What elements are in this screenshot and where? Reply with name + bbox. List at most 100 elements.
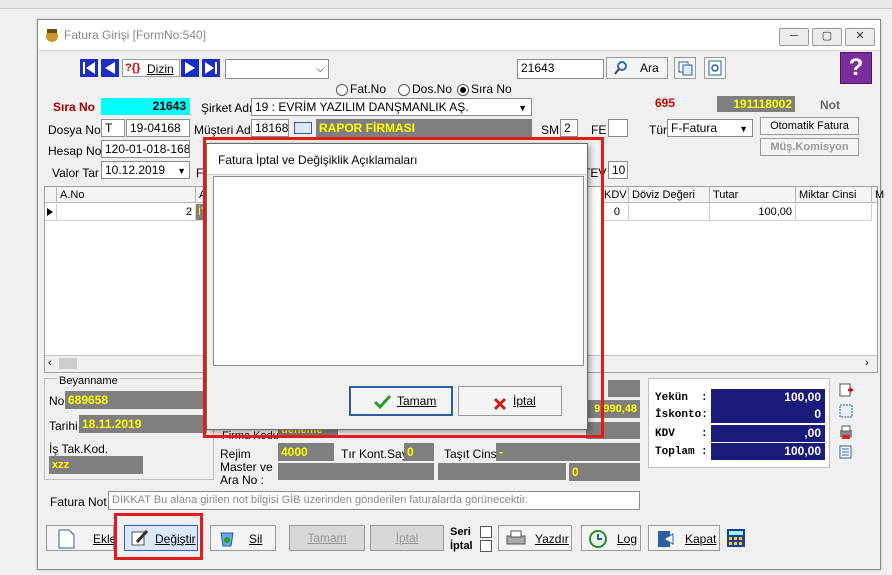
tur-select[interactable]: F-Fatura ▼ <box>667 119 753 137</box>
toplam-label: Toplam <box>655 446 695 458</box>
scroll-left-icon[interactable]: ‹ <box>48 357 52 369</box>
valor-tar-select[interactable]: 10.12.2019 ▼ <box>101 161 190 179</box>
sirket-adi-select[interactable]: 19 : EVRİM YAZILIM DANŞMANLIK AŞ. ▼ <box>251 98 532 116</box>
print-icon[interactable] <box>838 424 854 440</box>
exit-door-icon <box>655 529 675 557</box>
master-label: Master ve <box>220 460 273 474</box>
tir-kont-value: 0 <box>407 445 414 459</box>
table-row-doviz[interactable] <box>629 204 710 221</box>
table-row-ano[interactable]: 2 <box>57 204 196 221</box>
chevron-down-icon: ⌵ <box>316 64 324 75</box>
new-document-icon <box>57 529 75 557</box>
is-tak-field: xzz <box>49 456 143 474</box>
grid-header-kdv[interactable]: KDV <box>601 187 629 203</box>
next-record-icon[interactable] <box>181 59 199 77</box>
add-document-icon[interactable] <box>838 382 854 398</box>
prev-record-icon[interactable] <box>101 59 119 77</box>
master-field-1 <box>278 463 434 480</box>
ekle-button[interactable]: Ekle <box>46 525 116 551</box>
grid-header-doviz[interactable]: Döviz Değeri <box>629 187 710 203</box>
radio-fatno-label: Fat.No <box>350 82 387 96</box>
dosya-no-prefix: T <box>105 121 113 135</box>
sira-no-field[interactable]: 21643 <box>101 98 190 115</box>
tasit-cinsi-value: - <box>499 445 503 459</box>
dosya-no-value: 19-04168 <box>130 121 181 135</box>
scroll-right-icon[interactable]: › <box>865 357 869 369</box>
select-icon[interactable] <box>838 403 854 419</box>
grid-header-ano[interactable]: A.No <box>57 187 196 203</box>
first-record-icon[interactable] <box>80 59 98 77</box>
yazdir-label: Yazdır <box>535 532 569 546</box>
dosya-no-prefix-input[interactable]: T <box>101 119 125 137</box>
grid-header-tutar[interactable]: Tutar <box>710 187 796 203</box>
log-button[interactable]: Log <box>581 525 641 551</box>
dizin-button[interactable]: ?{} Dizin <box>122 59 180 77</box>
kdv-field: ,00 <box>711 425 825 442</box>
upper-grey-field <box>608 380 640 397</box>
radio-sirano[interactable] <box>457 84 469 96</box>
musteri-name: RAPOR FİRMASI <box>319 121 415 135</box>
yekun-field: 100,00 <box>711 389 825 406</box>
grid-header-miktar[interactable]: Miktar Cinsi <box>796 187 872 203</box>
table-row-miktar[interactable] <box>796 204 872 221</box>
seri-label: Seri <box>450 526 471 538</box>
sm-input[interactable]: 2 <box>560 119 578 137</box>
yazdir-button[interactable]: Yazdır <box>498 525 572 551</box>
preview-icon[interactable] <box>704 57 726 79</box>
help-icon[interactable]: ? <box>840 52 872 84</box>
mus-komisyon-label: Müş.Komisyon <box>770 141 849 153</box>
iskonto-field: 0 <box>711 406 825 423</box>
dropdown-arrow-icon: ▼ <box>177 166 186 176</box>
fatura-not-input[interactable]: DİKKAT Bu alana girilen not bilgisi GİB … <box>108 491 640 510</box>
musteri-code-input[interactable]: 18168 <box>251 119 289 137</box>
minimize-button[interactable]: ─ <box>779 28 809 46</box>
clock-refresh-icon <box>588 529 608 557</box>
copy-icon[interactable] <box>674 57 696 79</box>
sirket-adi-label: Şirket Adı <box>201 101 253 115</box>
scroll-thumb[interactable] <box>59 358 77 369</box>
radio-dosno-label: Dos.No <box>412 82 453 96</box>
kapat-button[interactable]: Kapat <box>648 525 720 551</box>
search-type-select[interactable]: ⌵ <box>225 59 329 79</box>
iptal-label: İptal <box>395 531 419 545</box>
table-row-kdv[interactable]: 0 <box>601 204 629 221</box>
tamam-button[interactable]: Tamam <box>289 525 365 551</box>
musteri-name-field: RAPOR FİRMASI <box>316 119 532 137</box>
hesap-no-input[interactable]: 120-01-018-168 <box>101 140 190 158</box>
top-strip <box>0 0 892 9</box>
lookup-icon[interactable] <box>294 122 312 134</box>
sil-button[interactable]: Sil <box>210 525 276 551</box>
fe-input[interactable] <box>608 119 628 137</box>
table-row-tutar[interactable]: 100,00 <box>710 204 796 221</box>
last-record-icon[interactable] <box>202 59 220 77</box>
grid-header-m[interactable]: M <box>872 187 884 203</box>
ara-button[interactable]: Ara <box>606 57 668 79</box>
search-icon <box>613 60 629 82</box>
seri-checkbox[interactable] <box>480 526 492 538</box>
valor-tar-label: Valor Tar <box>52 166 99 180</box>
calculator-icon[interactable] <box>726 528 746 548</box>
radio-dosno[interactable] <box>398 84 410 96</box>
otomatik-fatura-label: Otomatik Fatura <box>770 120 849 132</box>
dosya-no-input[interactable]: 19-04168 <box>126 119 190 137</box>
code-red: 695 <box>655 96 676 110</box>
beyanname-title: Beyanname <box>57 375 120 387</box>
kapat-label: Kapat <box>685 532 717 546</box>
search-input[interactable]: 21643 <box>517 59 604 79</box>
row-indicator-icon <box>45 204 57 221</box>
list-icon[interactable] <box>838 444 854 460</box>
mus-komisyon-button[interactable]: Müş.Komisyon <box>760 138 859 156</box>
beyanname-no-field: 689658 <box>65 391 205 409</box>
iptal-button[interactable]: İptal <box>370 525 444 551</box>
otomatik-fatura-button[interactable]: Otomatik Fatura <box>760 117 859 135</box>
tev-input[interactable]: 10 <box>608 161 628 179</box>
close-button[interactable]: ✕ <box>845 28 875 46</box>
radio-fatno[interactable] <box>336 84 348 96</box>
iptal-checkbox[interactable] <box>480 540 492 552</box>
kdv-colon: : <box>701 428 708 440</box>
fe-label: FE <box>591 123 607 137</box>
maximize-button[interactable]: ▢ <box>812 28 842 46</box>
tur-label: Tür <box>649 123 667 137</box>
yekun-colon: : <box>701 392 708 404</box>
toplam-value: 100,00 <box>784 444 821 458</box>
